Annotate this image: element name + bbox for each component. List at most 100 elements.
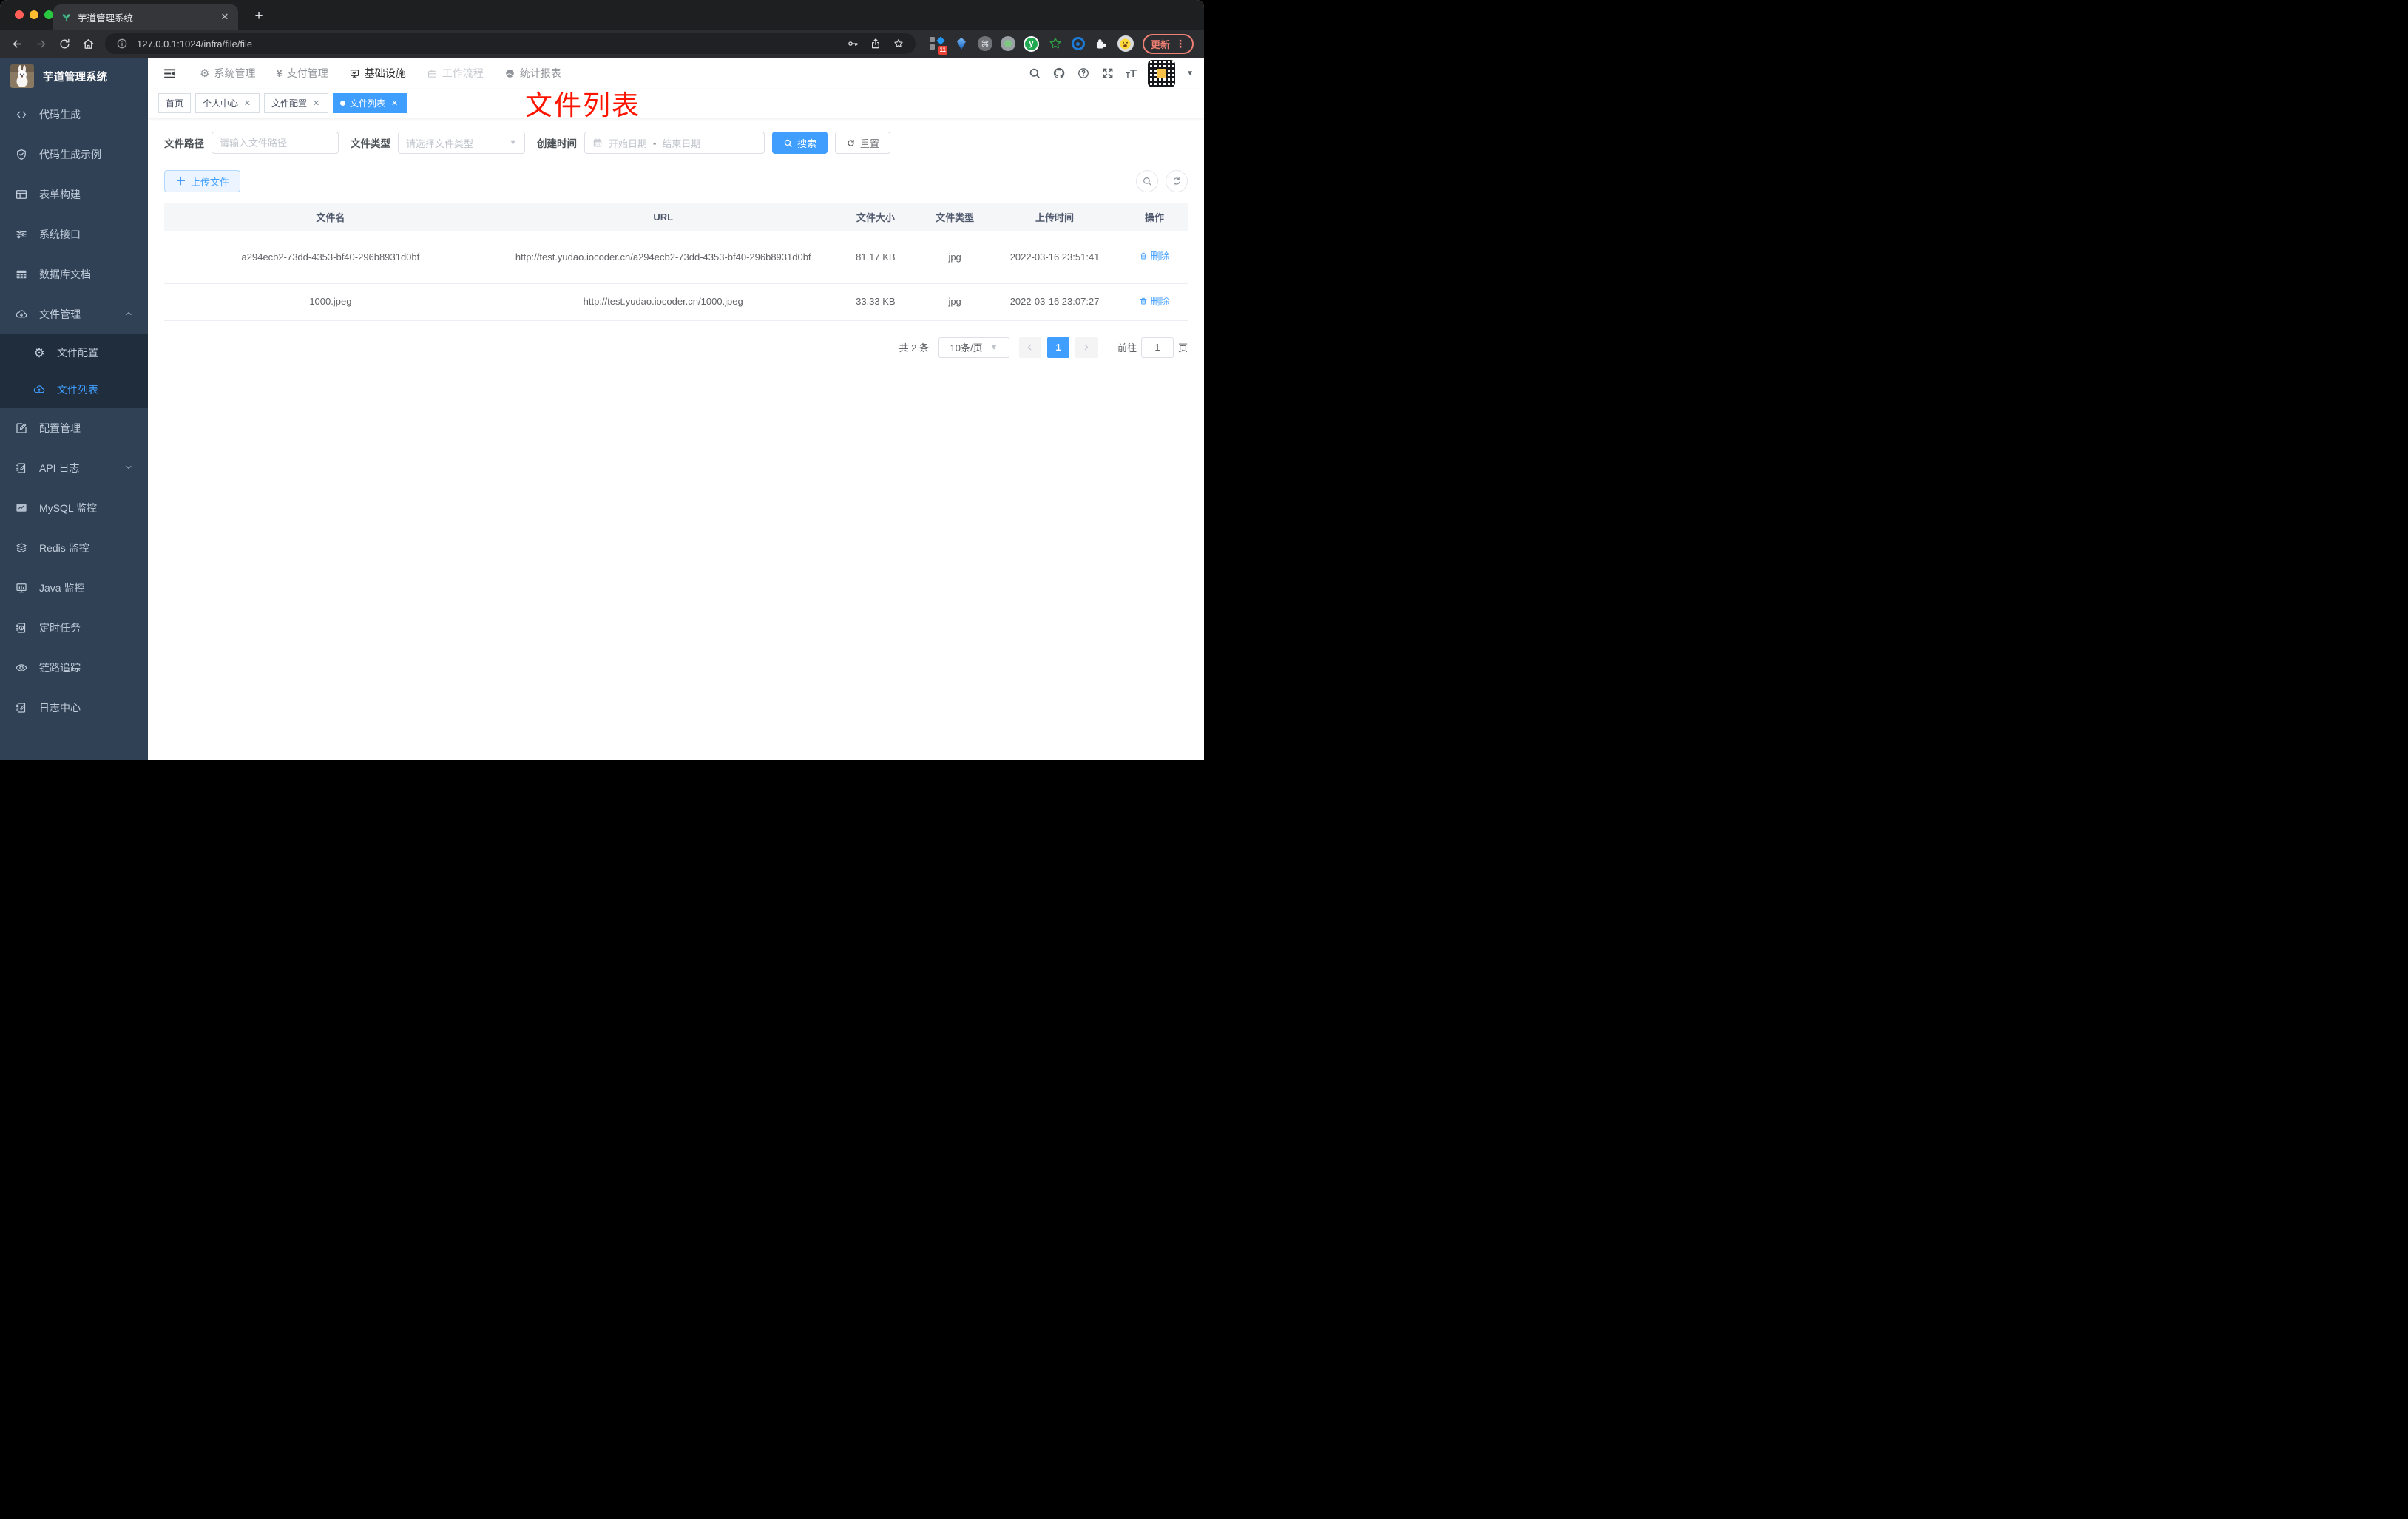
delete-button[interactable]: 删除 — [1139, 248, 1170, 264]
next-page-button[interactable] — [1075, 336, 1098, 358]
extension-command-icon[interactable]: ⌘ — [977, 36, 992, 51]
top-menu-report[interactable]: 统计报表 — [504, 66, 561, 81]
extension-y-icon[interactable]: y — [1023, 35, 1039, 52]
sidebar-item-scheduled-task[interactable]: 定时任务 — [0, 608, 148, 648]
maximize-window-button[interactable] — [44, 10, 53, 19]
back-button[interactable] — [6, 33, 28, 55]
calendar-icon — [592, 138, 603, 148]
gear-icon: ⚙ — [33, 345, 45, 360]
github-icon[interactable] — [1052, 67, 1066, 80]
prev-page-button[interactable] — [1018, 336, 1041, 358]
sidebar-item-java-monitor[interactable]: Java 监控 — [0, 568, 148, 608]
chevron-down-icon: ▼ — [990, 342, 998, 352]
cell-filename: 1000.jpeg — [164, 283, 497, 321]
table-row: 1000.jpeg http://test.yudao.iocoder.cn/1… — [164, 283, 1188, 321]
extension-emoji-icon[interactable] — [1117, 35, 1134, 52]
fullscreen-icon[interactable] — [1101, 67, 1115, 80]
extension-recorder-icon[interactable] — [1000, 36, 1015, 51]
file-path-input-wrap — [212, 132, 339, 154]
sidebar-fold-button[interactable] — [158, 62, 180, 84]
extension-gem-icon[interactable] — [953, 35, 970, 52]
delete-button[interactable]: 删除 — [1139, 294, 1170, 309]
home-button[interactable] — [77, 33, 99, 55]
main-area: ⚙ 系统管理 ¥ 支付管理 基础设施 工作流程 统计报表 T T ▼ 首页 个人… — [148, 58, 1204, 760]
tag-close-icon[interactable]: ✕ — [390, 98, 399, 108]
kebab-menu-icon[interactable]: ⋮ — [1175, 38, 1186, 50]
browser-tab[interactable]: 芋道管理系统 ✕ — [53, 4, 238, 30]
tab-close-icon[interactable]: ✕ — [219, 11, 231, 23]
close-window-button[interactable] — [15, 10, 24, 19]
cloud-download-icon — [16, 310, 27, 318]
extension-star-icon[interactable] — [1047, 35, 1063, 52]
end-date-placeholder[interactable]: 结束日期 — [662, 136, 700, 150]
extension-ring-icon[interactable] — [1071, 37, 1085, 50]
sidebar-item-code-gen[interactable]: 代码生成 — [0, 95, 148, 135]
url-text[interactable]: 127.0.0.1:1024/infra/file/file — [137, 38, 252, 50]
date-range-picker[interactable]: 开始日期 - 结束日期 — [584, 132, 765, 154]
logo-rabbit-image — [10, 64, 34, 88]
top-menu-system[interactable]: ⚙ 系统管理 — [200, 66, 255, 81]
page-unit-label: 页 — [1177, 342, 1188, 354]
file-type-label: 文件类型 — [351, 138, 390, 149]
app-header: ⚙ 系统管理 ¥ 支付管理 基础设施 工作流程 统计报表 T T ▼ — [148, 58, 1204, 89]
sidebar-item-file-manage[interactable]: 文件管理 — [0, 294, 148, 334]
app-title: 芋道管理系统 — [43, 71, 107, 84]
fold-menu-icon — [163, 68, 175, 78]
password-key-icon[interactable] — [845, 35, 861, 52]
search-button[interactable]: 搜索 — [772, 132, 828, 154]
sidebar-item-db-doc[interactable]: 数据库文档 — [0, 254, 148, 294]
top-menu-pay[interactable]: ¥ 支付管理 — [276, 66, 328, 81]
refresh-icon — [1173, 177, 1180, 186]
file-path-input[interactable] — [220, 137, 331, 149]
site-info-icon[interactable] — [114, 35, 130, 52]
reset-button[interactable]: 重置 — [835, 132, 891, 154]
file-type-select[interactable]: 请选择文件类型 ▼ — [398, 132, 525, 154]
pager: 1 — [1018, 336, 1098, 358]
forward-button[interactable] — [30, 33, 52, 55]
tag-close-icon[interactable]: ✕ — [243, 98, 252, 108]
top-menu-workflow[interactable]: 工作流程 — [427, 66, 484, 81]
tag-close-icon[interactable]: ✕ — [311, 98, 321, 108]
avatar[interactable] — [1148, 59, 1176, 87]
sidebar-logo[interactable]: 芋道管理系统 — [0, 58, 148, 95]
caret-down-icon[interactable]: ▼ — [1186, 70, 1194, 78]
goto-page-input[interactable] — [1140, 336, 1174, 358]
tag-profile[interactable]: 个人中心 ✕ — [195, 93, 260, 113]
extension-puzzle-icon[interactable] — [1093, 35, 1109, 52]
sidebar-item-log-center[interactable]: 日志中心 — [0, 688, 148, 728]
sidebar-item-system-api[interactable]: 系统接口 — [0, 214, 148, 254]
tag-file-config[interactable]: 文件配置 ✕ — [264, 93, 329, 113]
minimize-window-button[interactable] — [30, 10, 38, 19]
sidebar-item-trace[interactable]: 链路追踪 — [0, 648, 148, 688]
current-page-button[interactable]: 1 — [1046, 336, 1069, 358]
sidebar-item-form-builder[interactable]: 表单构建 — [0, 175, 148, 214]
sidebar-item-mysql-monitor[interactable]: MySQL 监控 — [0, 488, 148, 528]
bookmark-star-icon[interactable] — [890, 35, 907, 52]
top-menu: ⚙ 系统管理 ¥ 支付管理 基础设施 工作流程 统计报表 — [200, 66, 561, 81]
back-icon — [13, 40, 21, 47]
new-tab-button[interactable]: + — [248, 6, 269, 27]
sidebar-item-api-log[interactable]: API 日志 — [0, 448, 148, 488]
upload-file-button[interactable]: ＋ 上传文件 — [164, 170, 241, 192]
extension-tampermonkey-icon[interactable]: 11 — [929, 35, 947, 55]
reload-button[interactable] — [53, 33, 75, 55]
refresh-table-button[interactable] — [1166, 170, 1188, 192]
font-size-icon[interactable]: TT — [1126, 67, 1137, 80]
help-icon[interactable] — [1077, 67, 1090, 80]
browser-window: 芋道管理系统 ✕ + 127.0.0.1:1024/infra/file/fil… — [0, 0, 1204, 760]
start-date-placeholder[interactable]: 开始日期 — [609, 136, 647, 150]
show-search-button[interactable] — [1136, 170, 1158, 192]
address-bar[interactable]: 127.0.0.1:1024/infra/file/file — [105, 33, 916, 54]
top-menu-infra[interactable]: 基础设施 — [349, 66, 406, 81]
sidebar-item-config-manage[interactable]: 配置管理 — [0, 408, 148, 448]
tag-file-list[interactable]: 文件列表 ✕ — [333, 93, 407, 113]
browser-update-button[interactable]: 更新 ⋮ — [1142, 33, 1194, 54]
share-icon[interactable] — [868, 35, 884, 52]
sidebar-item-file-config[interactable]: ⚙ 文件配置 — [0, 334, 148, 371]
sidebar-item-code-demo[interactable]: 代码生成示例 — [0, 135, 148, 175]
sidebar-item-redis-monitor[interactable]: Redis 监控 — [0, 528, 148, 568]
page-size-select[interactable]: 10条/页 ▼ — [938, 336, 1009, 358]
sidebar-item-file-list[interactable]: 文件列表 — [0, 371, 148, 408]
search-button[interactable] — [1028, 67, 1041, 80]
tag-home[interactable]: 首页 — [158, 93, 192, 113]
